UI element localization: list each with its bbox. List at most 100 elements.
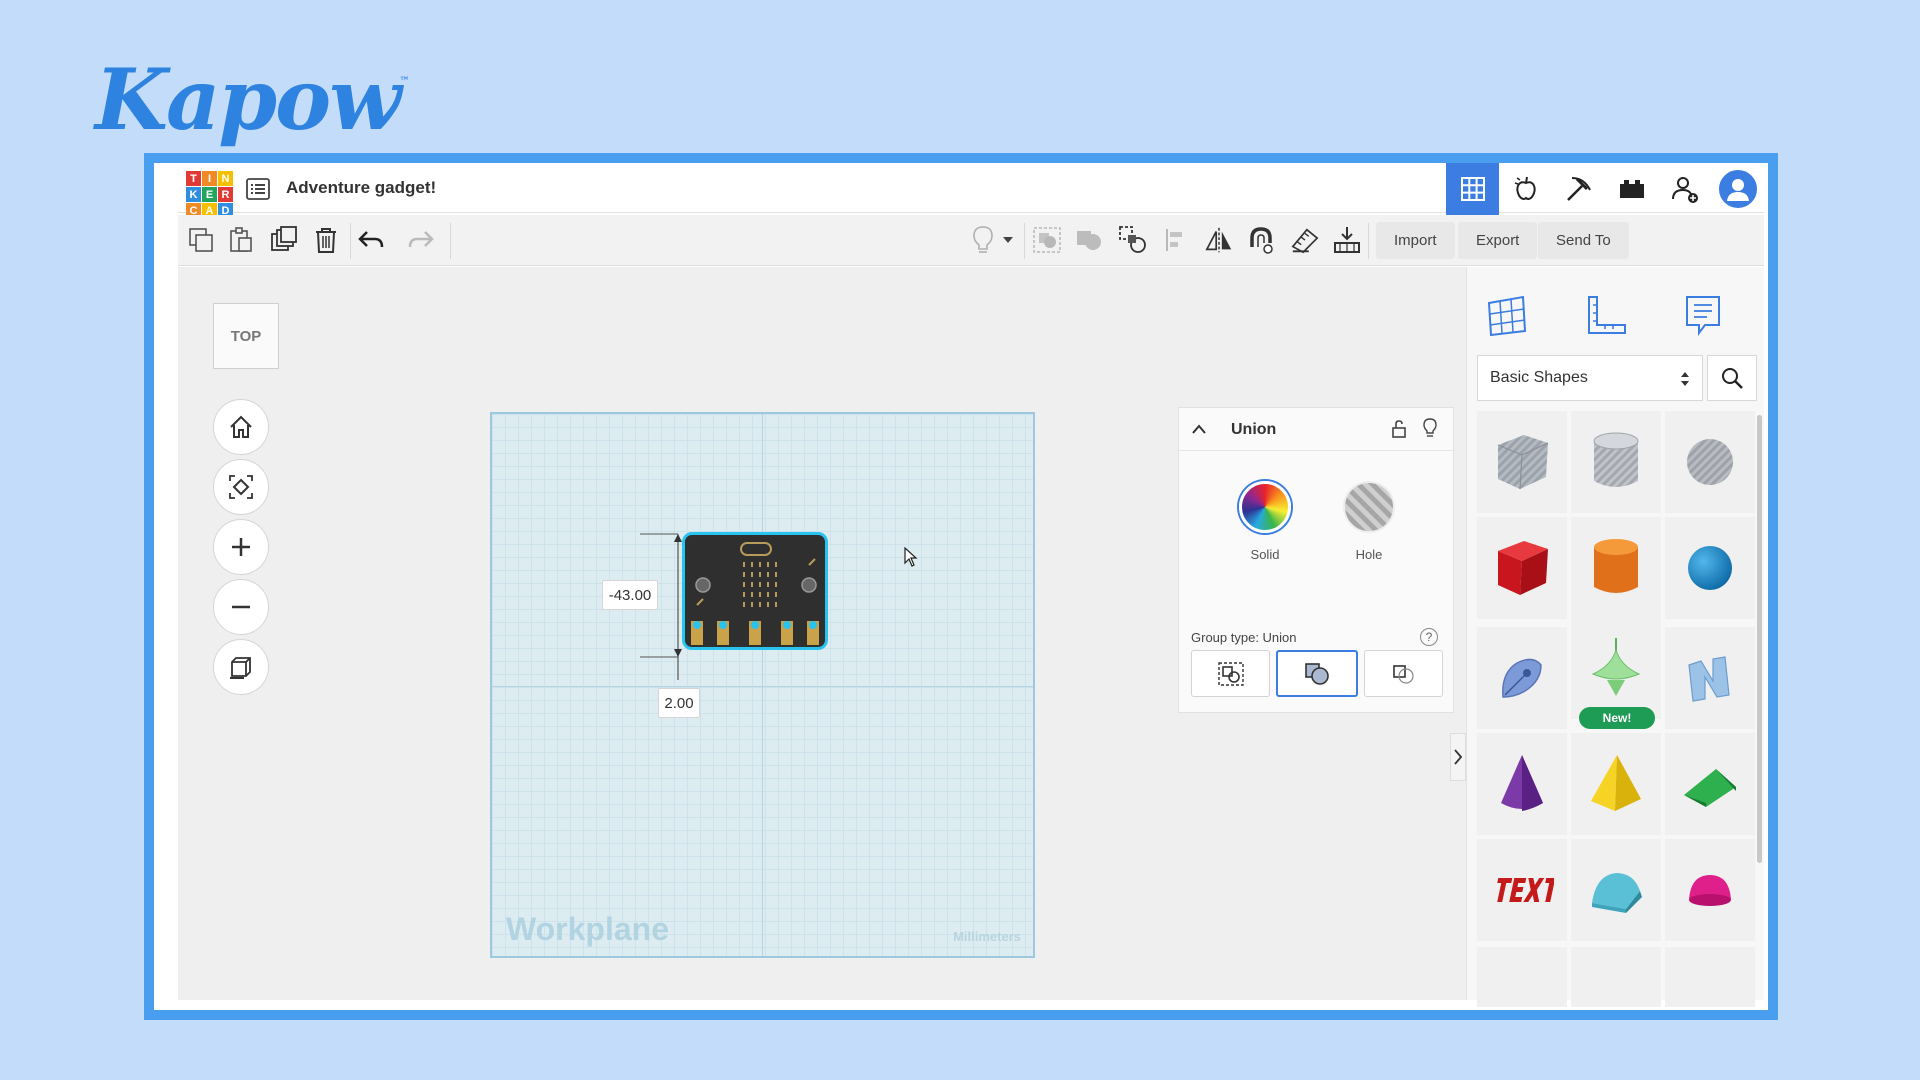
inspector-header: Union (1179, 408, 1453, 451)
panel-scrollbar[interactable] (1757, 415, 1762, 863)
workplane[interactable]: Workplane Millimeters (490, 412, 1035, 958)
shape-cone[interactable] (1477, 733, 1567, 835)
shape-text[interactable] (1477, 839, 1567, 941)
export-button[interactable]: Export (1458, 222, 1538, 259)
select-arrows-icon (1681, 372, 1689, 386)
edit-toolbar: Import Export Send To (178, 215, 1764, 266)
collapse-panel-tab[interactable] (1450, 733, 1466, 781)
avatar (1716, 168, 1759, 210)
shape-text-3d-n[interactable] (1665, 627, 1755, 729)
union-icon (1305, 662, 1329, 685)
group-type-subtract-button[interactable] (1363, 650, 1443, 697)
workplane-tool-icon[interactable] (1332, 225, 1362, 255)
kapow-logo: Kapow™ (95, 50, 410, 149)
group-type-shape-button[interactable] (1191, 650, 1271, 697)
units-label[interactable]: Millimeters (953, 929, 1021, 944)
ortho-cube-icon (230, 657, 251, 679)
tinkercad-window: T I N K E R C A D Adventure gadget! Impo… (144, 153, 1778, 1020)
paste-icon[interactable] (226, 225, 256, 255)
home-view-button[interactable] (213, 399, 269, 455)
shape-half-cylinder[interactable] (1571, 839, 1661, 941)
help-icon[interactable]: ? (1420, 628, 1438, 646)
microbit-model[interactable] (682, 532, 828, 650)
dimension-x-value[interactable]: 2.00 (658, 688, 700, 718)
pyramid-shape-icon (1591, 755, 1641, 811)
undo-icon[interactable] (356, 225, 386, 255)
chevron-up-icon[interactable] (1191, 423, 1207, 435)
group-type-union-button[interactable] (1276, 650, 1358, 697)
lightbulb-icon[interactable] (1423, 418, 1437, 438)
fit-view-button[interactable] (213, 459, 269, 515)
minecraft-button[interactable] (1552, 163, 1605, 215)
chevron-right-icon (1454, 749, 1462, 765)
add-user-icon (1671, 177, 1698, 203)
duplicate-icon[interactable] (269, 225, 299, 255)
shape-paraboloid[interactable] (1665, 839, 1755, 941)
design-title[interactable]: Adventure gadget! (286, 178, 436, 198)
sim-lab-button[interactable] (1499, 163, 1552, 215)
shape-library-select[interactable]: Basic Shapes (1477, 355, 1703, 401)
zoom-in-button[interactable] (213, 519, 269, 575)
solid-label: Solid (1250, 547, 1280, 562)
top-bar: T I N K E R C A D Adventure gadget! (178, 163, 1764, 218)
zoom-out-button[interactable] (213, 579, 269, 635)
delete-icon[interactable] (311, 225, 341, 255)
shape-search-button[interactable] (1707, 355, 1757, 401)
shape-cylinder[interactable] (1571, 517, 1661, 619)
shape-pyramid[interactable] (1571, 733, 1661, 835)
logo-letter: T (186, 171, 201, 186)
tinkercad-logo[interactable]: T I N K E R C A D (186, 171, 234, 219)
view-cube[interactable]: TOP (213, 303, 279, 369)
ungroup-icon[interactable] (1074, 225, 1104, 255)
shape-spinning-top[interactable]: New! (1571, 617, 1661, 729)
copy-icon[interactable] (186, 225, 216, 255)
unlock-icon[interactable] (1391, 420, 1407, 438)
ruler-notes-icon[interactable] (1290, 225, 1320, 255)
send-to-button[interactable]: Send To (1538, 222, 1629, 259)
roof-shape-icon (1592, 873, 1642, 913)
import-button[interactable]: Import (1376, 222, 1455, 259)
dimension-y-value[interactable]: -43.00 (602, 580, 658, 610)
box-shape-icon (1497, 435, 1549, 490)
lightbulb-icon[interactable] (968, 225, 998, 255)
notes-icon[interactable] (1675, 287, 1731, 343)
bricks-button[interactable] (1605, 163, 1658, 215)
shape-cylinder-striped[interactable] (1571, 411, 1661, 513)
group-icon[interactable] (1032, 225, 1062, 255)
design-list-icon[interactable] (246, 178, 270, 200)
pickaxe-icon (1566, 177, 1591, 201)
shape-sphere[interactable] (1665, 517, 1755, 619)
shape-wedge[interactable] (1665, 733, 1755, 835)
perspective-button[interactable] (213, 639, 269, 695)
ruler-icon[interactable] (1577, 287, 1633, 343)
wedge-shape-icon (1684, 769, 1736, 807)
subtract-icon (1393, 664, 1414, 684)
shape-sphere-striped[interactable] (1665, 411, 1755, 513)
shapes-panel: Basic Shapes New! (1466, 267, 1764, 1007)
plus-icon (232, 538, 250, 556)
3d-design-view-button[interactable] (1446, 163, 1499, 215)
chevron-down-icon[interactable] (1000, 225, 1016, 255)
align-icon[interactable] (1162, 225, 1192, 255)
shape-box-striped[interactable] (1477, 411, 1567, 513)
fit-all-icon (229, 475, 253, 499)
shape-box[interactable] (1477, 517, 1567, 619)
invite-user-button[interactable] (1658, 163, 1711, 215)
workplane-grid-icon[interactable] (1479, 287, 1535, 343)
grid-icon (1460, 177, 1485, 201)
magnet-icon[interactable] (1246, 225, 1276, 255)
design-canvas[interactable]: TOP Workplane Millimeters -43.00 2.00 Un… (178, 267, 1466, 1000)
cruise-icon[interactable] (1118, 225, 1148, 255)
hole-swatch[interactable] (1343, 481, 1395, 533)
redo-icon[interactable] (406, 225, 436, 255)
mode-switcher (1446, 163, 1764, 215)
logo-letter: R (218, 187, 233, 202)
inspector-title: Union (1231, 421, 1277, 438)
microbit-icon (691, 542, 819, 645)
profile-button[interactable] (1711, 163, 1764, 215)
cylinder-shape-icon (1593, 432, 1639, 487)
shape-scribble[interactable] (1477, 627, 1567, 729)
solid-color-swatch[interactable] (1239, 481, 1291, 533)
shape-inspector: Union Solid Hole Group type: Union ? (1178, 407, 1454, 713)
mirror-icon[interactable] (1204, 225, 1234, 255)
